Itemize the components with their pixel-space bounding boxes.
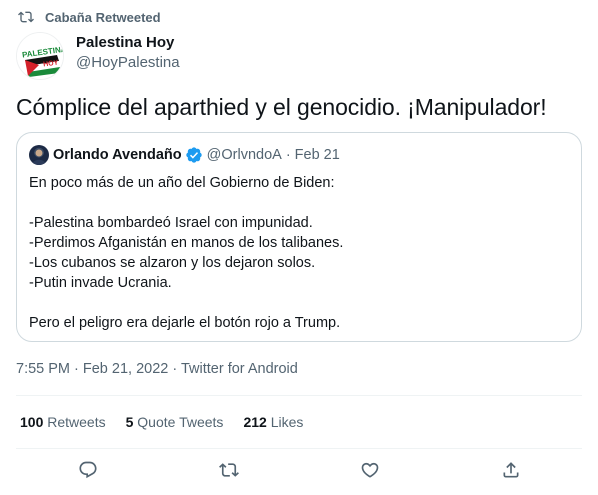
tweet-source[interactable]: Twitter for Android xyxy=(181,361,298,377)
quoted-tweet-body: En poco más de un año del Gobierno de Bi… xyxy=(29,173,569,333)
quoted-tweet-header: Orlando Avendaño @OrlvndoA · Feb 21 xyxy=(29,145,569,165)
tweet-text: Cómplice del aparthied y el genocidio. ¡… xyxy=(16,94,547,120)
reply-icon xyxy=(79,461,97,479)
palestina-hoy-logo: PALESTINA HOY xyxy=(17,33,63,79)
retweet-icon xyxy=(18,11,34,23)
quoted-line-blank xyxy=(29,293,569,313)
quoted-author-avatar xyxy=(29,145,49,165)
quoted-tweet[interactable]: Orlando Avendaño @OrlvndoA · Feb 21 En p… xyxy=(16,132,582,342)
tweet-actions xyxy=(0,456,598,486)
person-silhouette-icon xyxy=(32,149,46,165)
meta-separator: · xyxy=(168,361,181,377)
quoted-line: Pero el peligro era dejarle el botón roj… xyxy=(29,315,341,331)
reply-button[interactable] xyxy=(76,458,100,482)
verified-badge-icon xyxy=(185,147,202,163)
quoted-line: -Putin invade Ucrania. xyxy=(29,275,172,291)
quoted-author-handle: @OrlvndoA xyxy=(206,147,282,163)
retweets-count: 100 xyxy=(20,414,44,430)
separator-dot: · xyxy=(285,147,291,163)
like-button[interactable] xyxy=(358,458,382,482)
quote-tweets-count: 5 xyxy=(125,414,134,430)
divider xyxy=(16,448,582,449)
author-handle[interactable]: @HoyPalestina xyxy=(76,53,180,73)
quoted-author-name: Orlando Avendaño xyxy=(53,147,182,163)
quote-tweets-stat[interactable]: 5 Quote Tweets xyxy=(126,413,224,431)
quoted-line: En poco más de un año del Gobierno de Bi… xyxy=(29,175,335,191)
tweet-date[interactable]: Feb 21, 2022 xyxy=(83,361,168,377)
quoted-line: -Palestina bombardeó Israel con impunida… xyxy=(29,215,313,231)
heart-icon xyxy=(361,462,379,478)
likes-label: Likes xyxy=(270,414,304,430)
retweet-context-label: Cabaña Retweeted xyxy=(45,9,161,25)
likes-count: 212 xyxy=(243,414,267,430)
retweets-label: Retweets xyxy=(47,414,106,430)
tweet-stats: 100 Retweets 5 Quote Tweets 212 Likes xyxy=(20,413,303,431)
author-display-name[interactable]: Palestina Hoy xyxy=(76,33,180,52)
quoted-line: -Perdimos Afganistán en manos de los tal… xyxy=(29,235,344,251)
divider xyxy=(16,395,582,396)
tweet-meta: 7:55 PM · Feb 21, 2022 · Twitter for And… xyxy=(16,359,298,379)
share-button[interactable] xyxy=(499,458,523,482)
quoted-line-blank xyxy=(29,193,569,213)
quoted-line: -Los cubanos se alzaron y los dejaron so… xyxy=(29,255,316,271)
author-avatar[interactable]: PALESTINA HOY xyxy=(16,32,64,80)
retweet-button[interactable] xyxy=(217,458,241,482)
quote-tweets-label: Quote Tweets xyxy=(137,414,224,430)
retweet-icon xyxy=(219,463,239,477)
tweet-time[interactable]: 7:55 PM xyxy=(16,361,70,377)
quoted-tweet-date: Feb 21 xyxy=(294,147,340,163)
likes-stat[interactable]: 212 Likes xyxy=(243,413,303,431)
author-block[interactable]: Palestina Hoy @HoyPalestina xyxy=(76,33,180,73)
retweets-stat[interactable]: 100 Retweets xyxy=(20,413,106,431)
retweet-context[interactable]: Cabaña Retweeted xyxy=(18,8,161,26)
meta-separator: · xyxy=(70,361,83,377)
share-icon xyxy=(503,462,519,478)
